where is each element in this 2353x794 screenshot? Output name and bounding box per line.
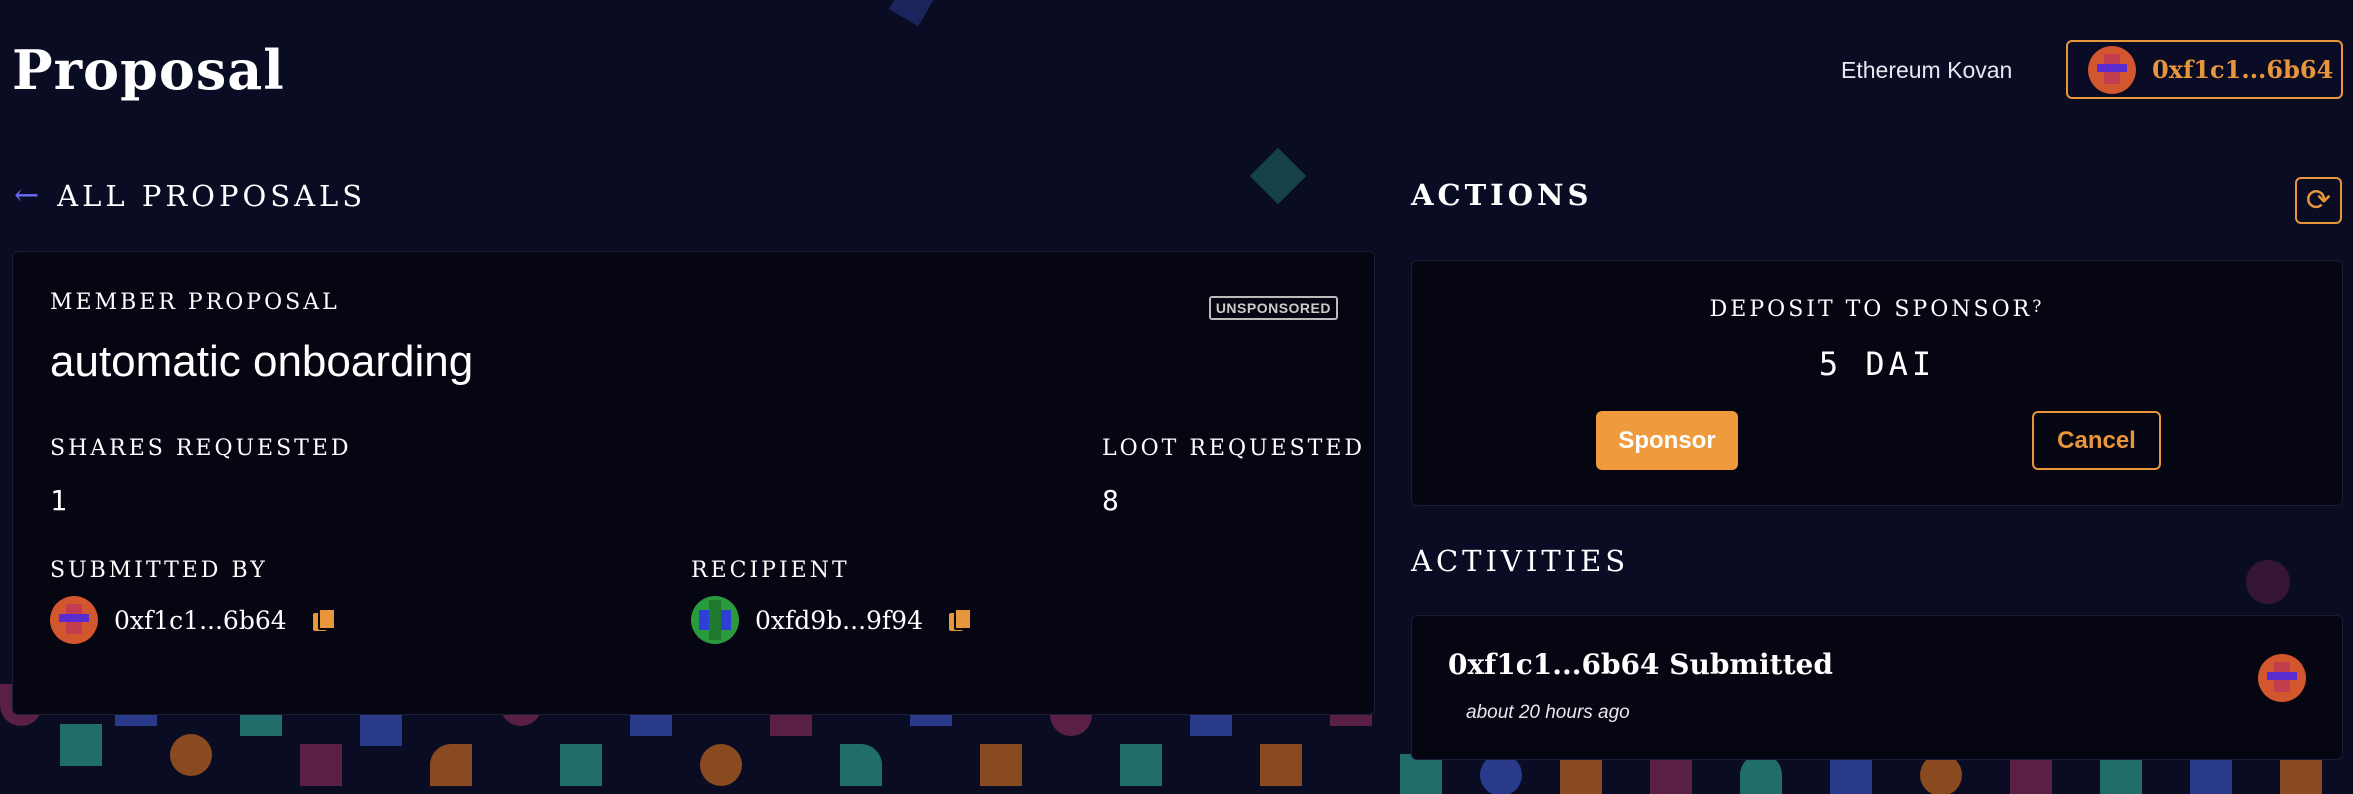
cancel-button[interactable]: Cancel [2032, 411, 2161, 470]
submitter-avatar [50, 596, 98, 644]
proposal-card: MEMBER PROPOSAL UNSPONSORED automatic on… [12, 251, 1375, 715]
recipient-avatar [691, 596, 739, 644]
page-title: Proposal [12, 38, 285, 102]
refresh-icon[interactable]: ⟳ [2295, 177, 2342, 224]
all-proposals-link[interactable]: ← ALL PROPOSALS [14, 178, 366, 213]
network-label: Ethereum Kovan [1841, 57, 2013, 83]
deposit-label: DEPOSIT TO SPONSOR [1709, 297, 2033, 322]
help-icon[interactable]: ? [2032, 297, 2044, 317]
proposal-title: automatic onboarding [50, 337, 474, 386]
recipient-row: 0xfd9b...9f94 [691, 596, 972, 644]
back-arrow-icon: ← [14, 178, 44, 213]
deposit-label-row: DEPOSIT TO SPONSOR? [1412, 297, 2342, 322]
activity-title: 0xf1c1...6b64 Submitted [1448, 648, 1833, 681]
account-avatar [2088, 45, 2136, 94]
recipient-address[interactable]: 0xfd9b...9f94 [755, 606, 923, 635]
sponsor-button[interactable]: Sponsor [1596, 411, 1738, 470]
bg-shape [888, 0, 936, 27]
activity-time: about 20 hours ago [1466, 702, 1630, 723]
submitted-by-label: SUBMITTED BY [50, 558, 268, 583]
actions-heading: ACTIONS [1411, 178, 1593, 212]
bg-circle [2246, 560, 2290, 604]
bg-diamond [1249, 147, 1307, 205]
activities-heading: ACTIVITIES [1411, 544, 1630, 578]
account-address: 0xf1c1...6b64 [2152, 55, 2334, 84]
copy-icon[interactable] [312, 608, 336, 632]
submitted-by-row: 0xf1c1...6b64 [50, 596, 336, 644]
activity-avatar [2258, 654, 2306, 702]
loot-requested-label: LOOT REQUESTED [1102, 436, 1366, 461]
status-badge: UNSPONSORED [1208, 296, 1338, 320]
submitter-address[interactable]: 0xf1c1...6b64 [114, 606, 287, 635]
proposal-type: MEMBER PROPOSAL [50, 290, 340, 315]
activity-item: 0xf1c1...6b64 Submitted about 20 hours a… [1411, 615, 2343, 760]
account-button[interactable]: 0xf1c1...6b64 [2066, 40, 2343, 99]
actions-card: DEPOSIT TO SPONSOR? 5 DAI Sponsor Cancel [1411, 260, 2343, 506]
all-proposals-label: ALL PROPOSALS [57, 178, 367, 213]
deposit-value: 5 DAI [1818, 345, 1936, 383]
shares-requested-label: SHARES REQUESTED [50, 436, 352, 461]
loot-requested-value: 8 [1102, 484, 1119, 517]
shares-requested-value: 1 [50, 484, 67, 517]
recipient-label: RECIPIENT [691, 558, 850, 583]
copy-icon[interactable] [948, 608, 972, 632]
